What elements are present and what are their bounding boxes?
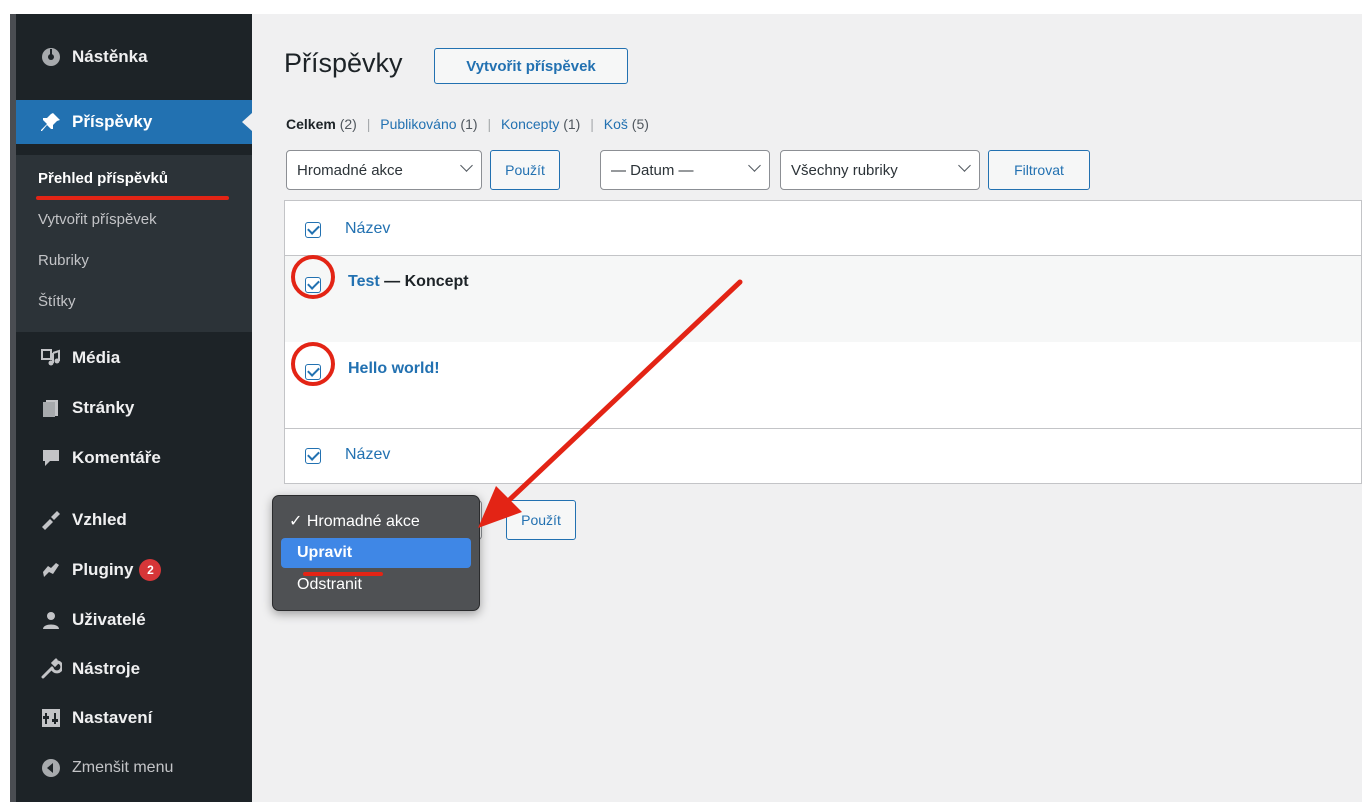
table-row: Hello world! [285,342,1361,429]
annotation-underline [36,196,229,200]
post-title-link[interactable]: Hello world! [348,360,440,378]
chevron-down-icon [460,159,473,172]
wrench-icon [38,656,64,682]
media-icon [38,345,64,371]
sidebar-item-label: Nastavení [72,708,153,727]
update-count-badge: 2 [139,559,162,581]
sidebar-item-label: Pluginy [72,560,134,579]
filter-drafts[interactable]: Koncepty [501,116,559,132]
post-state: — Koncept [379,273,469,290]
comments-icon [38,445,64,471]
sidebar-item-posts[interactable]: Příspěvky [16,100,252,144]
window-top-edge [0,0,1362,14]
category-filter-select[interactable]: Všechny rubriky [780,150,980,190]
admin-sidebar: Nástěnka Příspěvky Přehled příspěvků Vyt… [16,14,252,802]
filter-published-count: (1) [460,116,478,132]
main-content: Příspěvky Vytvořit příspěvek Celkem (2) … [252,14,1362,802]
submenu-item-new-post[interactable]: Vytvořit příspěvek [38,211,157,228]
filter-all[interactable]: Celkem [286,116,336,132]
chevron-down-icon [748,159,761,172]
submenu-item-categories[interactable]: Rubriky [38,252,89,269]
pin-icon [38,109,64,135]
collapse-menu-button[interactable]: Zmenšit menu [16,746,252,790]
column-title-header[interactable]: Název [345,220,390,238]
dropdown-option-bulk-actions[interactable]: ✓ Hromadné akce [281,506,471,536]
annotation-circle [291,342,335,386]
bulk-actions-value: Hromadné akce [297,161,403,179]
plugins-icon [38,557,64,583]
sidebar-item-settings[interactable]: Nastavení [16,696,252,740]
separator: | [366,116,371,132]
annotation-circle [291,255,335,299]
sidebar-item-plugins[interactable]: Pluginy 2 [16,548,252,592]
select-all-checkbox-footer[interactable] [305,448,321,464]
table-footer: Název [285,429,1361,483]
filter-trash[interactable]: Koš [604,116,628,132]
page-title: Příspěvky [284,48,403,78]
sidebar-item-media[interactable]: Média [16,336,252,380]
sidebar-item-comments[interactable]: Komentáře [16,436,252,480]
separator: | [487,116,492,132]
filter-drafts-count: (1) [563,116,581,132]
category-filter-value: Všechny rubriky [791,161,898,179]
filter-all-count: (2) [339,116,357,132]
date-filter-value: — Datum — [611,161,694,179]
window-left-edge [0,14,10,802]
select-all-checkbox[interactable] [305,222,321,238]
sidebar-item-label: Uživatelé [72,610,146,629]
filter-published[interactable]: Publikováno [380,116,456,132]
pages-icon [38,395,64,421]
submenu-item-all-posts[interactable]: Přehled příspěvků [38,170,168,187]
date-filter-select[interactable]: — Datum — [600,150,770,190]
sidebar-item-label: Zmenšit menu [72,759,174,776]
sidebar-item-label: Vzhled [72,510,127,529]
posts-table: Název Test — Koncept Hello world! Název [284,200,1362,484]
appearance-icon [38,507,64,533]
status-filters: Celkem (2) | Publikováno (1) | Koncepty … [286,116,649,132]
filter-trash-count: (5) [631,116,649,132]
column-title-footer[interactable]: Název [345,446,390,464]
bulk-actions-dropdown: ✓ Hromadné akce Upravit Odstranit [272,495,480,611]
sidebar-item-label: Média [72,348,121,367]
collapse-icon [38,755,64,781]
users-icon [38,607,64,633]
active-caret [242,113,252,131]
annotation-underline [303,572,383,576]
sidebar-item-label: Příspěvky [72,112,153,131]
bulk-actions-select[interactable]: Hromadné akce [286,150,482,190]
sidebar-item-pages[interactable]: Stránky [16,386,252,430]
posts-submenu: Přehled příspěvků Vytvořit příspěvek Rub… [16,155,252,332]
separator: | [590,116,594,132]
settings-icon [38,705,64,731]
sidebar-item-dashboard[interactable]: Nástěnka [16,35,252,79]
add-new-post-button[interactable]: Vytvořit příspěvek [434,48,628,84]
table-header: Název [285,201,1361,256]
sidebar-item-label: Nástroje [72,659,141,678]
sidebar-item-tools[interactable]: Nástroje [16,647,252,691]
apply-button-bottom[interactable]: Použít [506,500,576,540]
sidebar-item-label: Nástěnka [72,47,148,66]
post-title-link[interactable]: Test [348,273,380,290]
sidebar-item-users[interactable]: Uživatelé [16,598,252,642]
chevron-down-icon [958,159,971,172]
post-title: Test — Koncept [348,273,469,291]
dashboard-icon [38,44,64,70]
sidebar-item-label: Stránky [72,398,135,417]
apply-button[interactable]: Použít [490,150,560,190]
sidebar-item-label: Komentáře [72,448,161,467]
sidebar-item-appearance[interactable]: Vzhled [16,498,252,542]
filter-button[interactable]: Filtrovat [988,150,1090,190]
table-row: Test — Koncept [285,256,1361,342]
submenu-item-tags[interactable]: Štítky [38,293,76,310]
dropdown-option-edit[interactable]: Upravit [281,538,471,568]
